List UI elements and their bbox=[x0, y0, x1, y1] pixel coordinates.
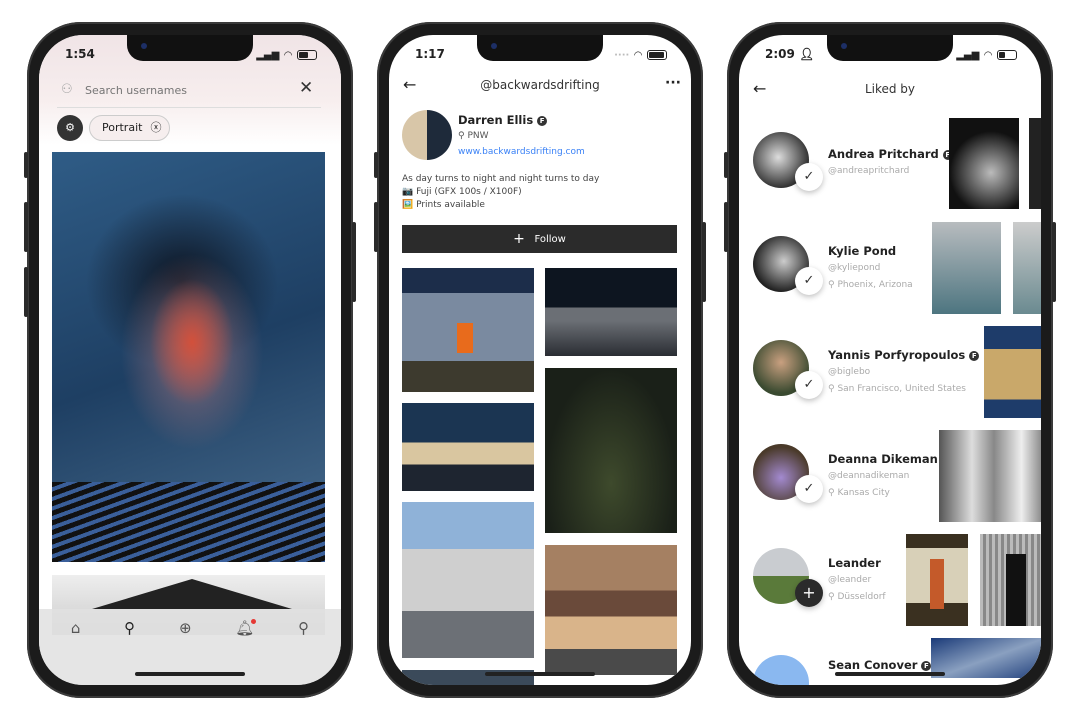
avatar[interactable] bbox=[402, 110, 452, 160]
user-photo[interactable] bbox=[984, 326, 1041, 418]
user-search-icon: ⚇ bbox=[61, 82, 73, 97]
grid-photo[interactable] bbox=[402, 268, 534, 392]
bio-line: 📷 Fuji (GFX 100s / X100F) bbox=[402, 187, 522, 197]
avatar[interactable] bbox=[753, 655, 809, 685]
user-handle: @andreapritchard bbox=[828, 166, 910, 176]
user-photo[interactable] bbox=[949, 118, 1019, 209]
time: 1:54 bbox=[65, 47, 95, 61]
user-handle: @kyliepond bbox=[828, 263, 881, 273]
search-icon[interactable]: ⚲ bbox=[124, 619, 135, 685]
time: 1:17 bbox=[415, 47, 445, 61]
following-check-icon[interactable]: ✓ bbox=[795, 267, 823, 295]
filter-icon[interactable]: ⚙ bbox=[57, 115, 83, 141]
user-name: Sean Conover bbox=[828, 658, 918, 672]
user-photo[interactable] bbox=[980, 534, 1041, 626]
following-check-icon[interactable]: ✓ bbox=[795, 371, 823, 399]
remove-chip-icon[interactable]: ⓧ bbox=[150, 116, 161, 140]
search-input[interactable] bbox=[85, 79, 285, 101]
user-handle: @biglebo bbox=[828, 367, 871, 377]
close-icon[interactable]: ✕ bbox=[299, 78, 313, 98]
following-check-icon[interactable]: ✓ bbox=[795, 163, 823, 191]
user-name: Leander bbox=[828, 556, 881, 570]
bio-line: 🖼️ Prints available bbox=[402, 200, 485, 210]
user-name: Kylie Pond bbox=[828, 244, 897, 258]
phone-liked-by: 2:09 👤︎ ▂▄▆ ◠ ← Liked by ✓ Andrea Pritchar… bbox=[724, 22, 1056, 698]
user-photo[interactable] bbox=[932, 222, 1001, 314]
time: 2:09 👤︎ bbox=[765, 47, 815, 61]
filter-chip-label: Portrait bbox=[102, 121, 143, 134]
plus-icon: + bbox=[513, 231, 525, 247]
following-check-icon[interactable]: ✓ bbox=[795, 475, 823, 503]
grid-photo[interactable] bbox=[402, 502, 534, 658]
grid-photo[interactable] bbox=[545, 368, 677, 533]
user-photo[interactable] bbox=[939, 430, 1041, 522]
home-indicator bbox=[485, 672, 595, 676]
user-name: Deanna Dikeman bbox=[828, 452, 938, 466]
divider bbox=[57, 107, 321, 108]
user-location: ⚲ Kansas City bbox=[828, 488, 890, 498]
user-photo[interactable] bbox=[1013, 222, 1041, 314]
more-icon[interactable]: ··· bbox=[665, 75, 681, 91]
bio-line: As day turns to night and night turns to… bbox=[402, 174, 600, 184]
header-title: @backwardsdrifting bbox=[480, 78, 600, 92]
user-handle: @leander bbox=[828, 575, 872, 585]
follow-add-icon[interactable]: + bbox=[795, 579, 823, 607]
grid-photo[interactable] bbox=[402, 403, 534, 491]
phone-search: 1:54▂▄▆◠ ⚇ ✕ ⚙ Portraitⓧ ⌂ ⚲ ⊕ 🔔︎ ⚲ bbox=[24, 22, 356, 698]
home-indicator bbox=[135, 672, 245, 676]
user-location: ⚲ Düsseldorf bbox=[828, 592, 886, 602]
profile-name: Darren Ellis F bbox=[458, 113, 548, 127]
user-location: ⚲ San Francisco, United States bbox=[828, 384, 966, 394]
header-title: Liked by bbox=[864, 82, 916, 96]
filter-chip[interactable]: Portrait ⓧ bbox=[89, 115, 171, 141]
grid-photo[interactable] bbox=[545, 268, 677, 356]
portrait-photo[interactable] bbox=[52, 152, 325, 562]
profile-location: ⚲ PNW bbox=[458, 131, 489, 141]
grid-photo[interactable] bbox=[545, 545, 677, 675]
verified-badge-icon: F bbox=[969, 351, 980, 361]
home-icon[interactable]: ⌂ bbox=[71, 619, 81, 685]
website-link[interactable]: www.backwardsdrifting.com bbox=[458, 147, 585, 157]
user-icon[interactable]: ⚲ bbox=[298, 619, 309, 685]
phone-profile: 1:17 ···· ◠ ← @backwardsdrifting ··· Darre… bbox=[374, 22, 706, 698]
verified-badge-icon: F bbox=[537, 116, 548, 126]
user-handle: @deannadikeman bbox=[828, 471, 910, 481]
user-photo[interactable] bbox=[1029, 118, 1041, 209]
user-name: Andrea Pritchard bbox=[828, 147, 939, 161]
user-location: ⚲ Phoenix, Arizona bbox=[828, 280, 913, 290]
user-photo[interactable] bbox=[906, 534, 968, 626]
verified-badge-icon: F bbox=[921, 661, 932, 671]
user-photo[interactable] bbox=[931, 638, 1041, 678]
follow-button[interactable]: + Follow bbox=[402, 225, 677, 253]
user-name: Yannis Porfyropoulos bbox=[828, 348, 966, 362]
home-indicator bbox=[835, 672, 945, 676]
